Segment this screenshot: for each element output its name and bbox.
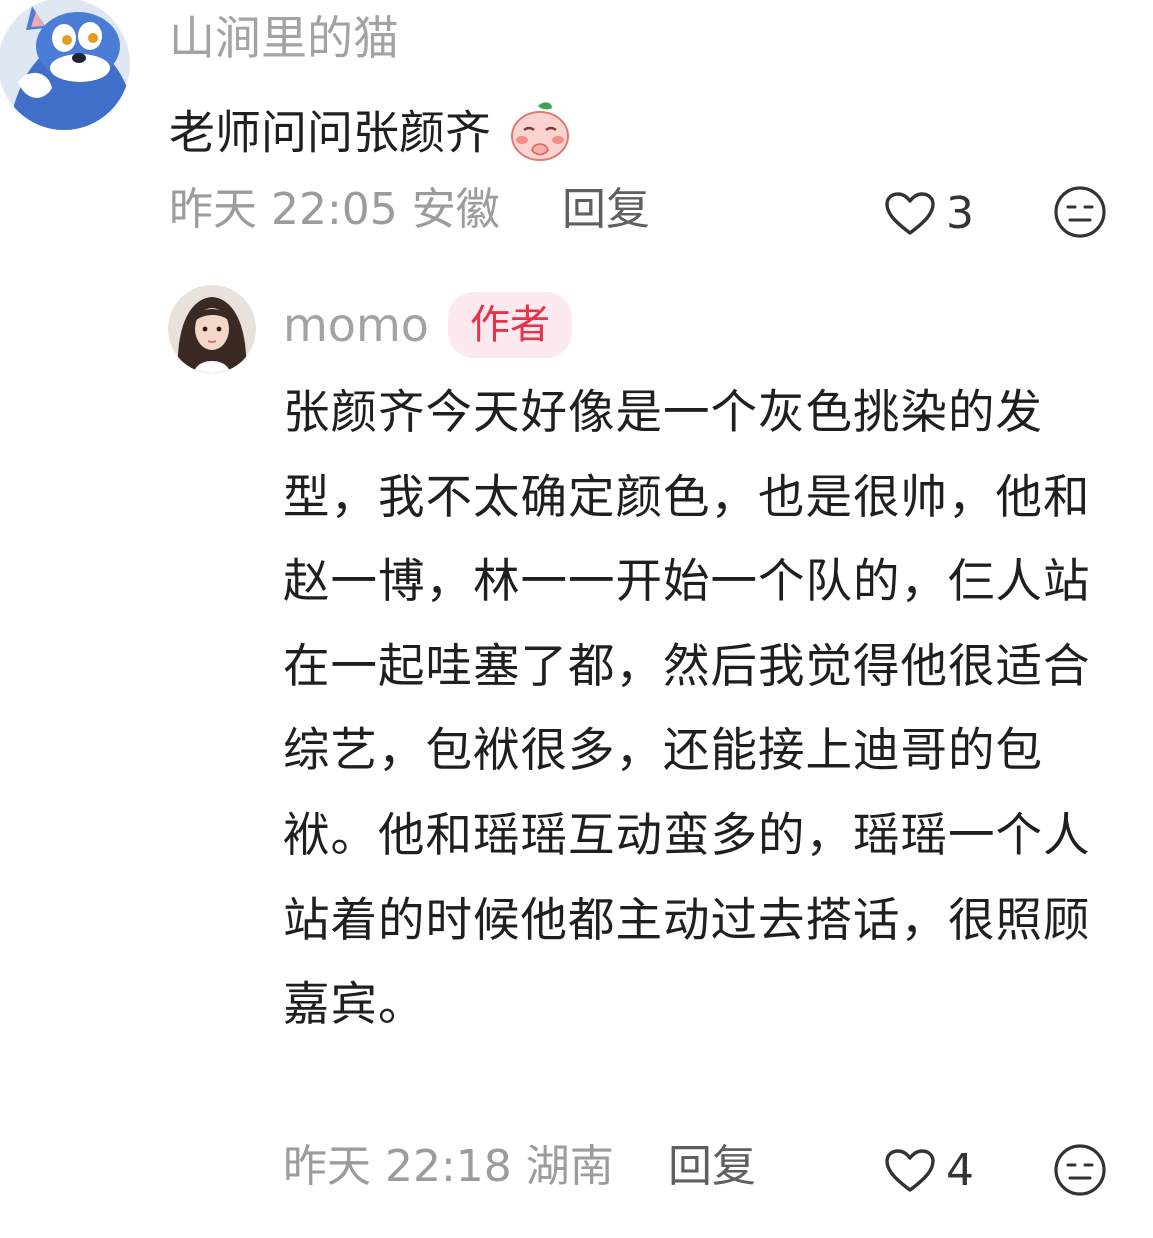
commenter-avatar[interactable]: [0, 0, 130, 130]
reply-dislike-button[interactable]: [1053, 1143, 1107, 1197]
reply-time: 昨天 22:18: [283, 1141, 512, 1192]
commenter-username[interactable]: 山涧里的猫: [169, 12, 399, 64]
comment-text-content: 老师问问张颜齐: [169, 105, 491, 160]
comment-location: 安徽: [411, 184, 500, 235]
heart-icon: [885, 192, 935, 235]
comment-dislike-button[interactable]: [1053, 185, 1107, 239]
comment-timestamp: 昨天 22:05 安徽: [169, 184, 500, 236]
meh-face-icon: [1054, 1144, 1106, 1196]
comment-time: 昨天 22:05: [169, 184, 398, 235]
comment-reply-button[interactable]: 回复: [562, 184, 650, 236]
reply-location: 湖南: [525, 1141, 614, 1192]
reply-text: 张颜齐今天好像是一个灰色挑染的发型，我不太确定颜色，也是很帅，他和赵一博，林一一…: [283, 385, 1091, 1032]
reply-like-count: 4: [946, 1145, 974, 1196]
reply-author-username[interactable]: momo: [283, 299, 429, 351]
reply-author-avatar[interactable]: [168, 285, 256, 373]
reply-timestamp: 昨天 22:18 湖南: [283, 1141, 614, 1193]
shy-peach-emoji-icon: [508, 100, 572, 172]
comment-text: 老师问问张颜齐: [169, 100, 572, 172]
meh-face-icon: [1054, 186, 1106, 238]
reply-like-button[interactable]: 4: [884, 1145, 974, 1197]
comment-like-count: 3: [946, 188, 974, 239]
heart-icon: [885, 1149, 935, 1192]
author-badge: 作者: [448, 292, 572, 358]
reply-reply-button[interactable]: 回复: [668, 1141, 756, 1193]
comment-like-button[interactable]: 3: [884, 188, 974, 240]
